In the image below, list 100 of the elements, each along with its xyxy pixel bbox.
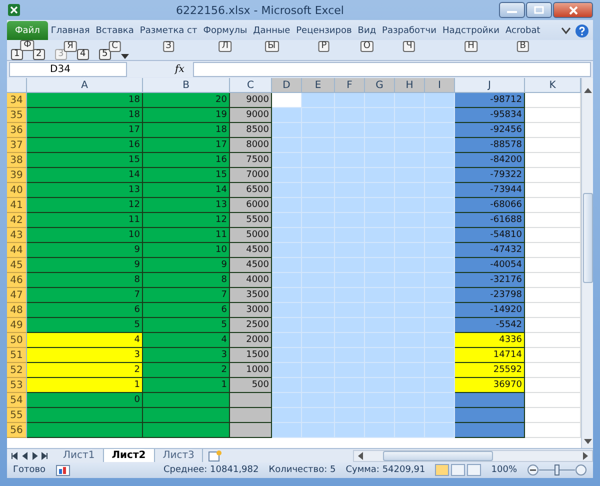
- selected-cell[interactable]: [272, 138, 302, 153]
- scroll-left-icon[interactable]: [358, 452, 363, 460]
- selected-cell[interactable]: [272, 363, 302, 378]
- selected-cell[interactable]: [335, 108, 365, 123]
- selected-cell[interactable]: [302, 123, 335, 138]
- selected-cell[interactable]: [302, 243, 335, 258]
- row-header[interactable]: 53: [7, 378, 27, 393]
- ribbon-tab[interactable]: Разметка ст: [136, 22, 200, 40]
- selected-cell[interactable]: [335, 378, 365, 393]
- selected-cell[interactable]: [302, 213, 335, 228]
- selected-cell[interactable]: [395, 318, 425, 333]
- selected-cell[interactable]: [302, 183, 335, 198]
- selected-cell[interactable]: [335, 228, 365, 243]
- selected-cell[interactable]: [425, 183, 455, 198]
- selected-cell[interactable]: [302, 303, 335, 318]
- selected-cell[interactable]: [365, 258, 395, 273]
- select-all-corner[interactable]: [7, 78, 27, 93]
- selected-cell[interactable]: [365, 408, 395, 423]
- selected-cell[interactable]: [395, 123, 425, 138]
- selected-cell[interactable]: [272, 378, 302, 393]
- selected-cell[interactable]: [335, 363, 365, 378]
- row-header[interactable]: 39: [7, 168, 27, 183]
- scroll-down-icon[interactable]: [584, 439, 592, 444]
- selected-cell[interactable]: [272, 348, 302, 363]
- column-header[interactable]: B: [143, 78, 230, 93]
- selected-cell[interactable]: [395, 198, 425, 213]
- row-header[interactable]: 48: [7, 303, 27, 318]
- selected-cell[interactable]: [425, 258, 455, 273]
- selected-cell[interactable]: [335, 423, 365, 438]
- ribbon-tab[interactable]: Главная: [48, 22, 93, 40]
- selected-cell[interactable]: [425, 303, 455, 318]
- row-header[interactable]: 52: [7, 363, 27, 378]
- column-header[interactable]: G: [365, 78, 395, 93]
- column-header[interactable]: J: [455, 78, 525, 93]
- selected-cell[interactable]: [425, 243, 455, 258]
- selected-cell[interactable]: [395, 363, 425, 378]
- selected-cell[interactable]: [365, 303, 395, 318]
- selected-cell[interactable]: [425, 408, 455, 423]
- selected-cell[interactable]: [395, 408, 425, 423]
- selected-cell[interactable]: [395, 108, 425, 123]
- selected-cell[interactable]: [425, 318, 455, 333]
- selected-cell[interactable]: [272, 303, 302, 318]
- selected-cell[interactable]: [272, 408, 302, 423]
- selected-cell[interactable]: [395, 303, 425, 318]
- selected-cell[interactable]: [365, 393, 395, 408]
- selected-cell[interactable]: [365, 423, 395, 438]
- selected-cell[interactable]: [425, 198, 455, 213]
- page-break-button[interactable]: [467, 464, 482, 476]
- page-layout-button[interactable]: [451, 464, 466, 476]
- selected-cell[interactable]: [395, 288, 425, 303]
- selected-cell[interactable]: [272, 243, 302, 258]
- selected-cell[interactable]: [335, 348, 365, 363]
- selected-cell[interactable]: [272, 108, 302, 123]
- selected-cell[interactable]: [395, 333, 425, 348]
- selected-cell[interactable]: [335, 183, 365, 198]
- column-header[interactable]: E: [302, 78, 335, 93]
- column-header[interactable]: F: [335, 78, 365, 93]
- column-header[interactable]: A: [27, 78, 143, 93]
- selected-cell[interactable]: [425, 138, 455, 153]
- selected-cell[interactable]: [335, 333, 365, 348]
- selected-cell[interactable]: [302, 363, 335, 378]
- column-header[interactable]: K: [525, 78, 581, 93]
- selected-cell[interactable]: [365, 243, 395, 258]
- column-header[interactable]: D: [272, 78, 302, 93]
- selected-cell[interactable]: [365, 108, 395, 123]
- chevron-icon[interactable]: [561, 27, 571, 35]
- selected-cell[interactable]: [335, 168, 365, 183]
- selected-cell[interactable]: [335, 138, 365, 153]
- selected-cell[interactable]: [395, 228, 425, 243]
- selected-cell[interactable]: [365, 378, 395, 393]
- row-header[interactable]: 56: [7, 423, 27, 438]
- selected-cell[interactable]: [335, 123, 365, 138]
- column-header[interactable]: H: [395, 78, 425, 93]
- selected-cell[interactable]: [395, 183, 425, 198]
- selected-cell[interactable]: [302, 333, 335, 348]
- selected-cell[interactable]: [425, 363, 455, 378]
- selected-cell[interactable]: [395, 153, 425, 168]
- name-box[interactable]: D34: [9, 62, 127, 76]
- selected-cell[interactable]: [365, 228, 395, 243]
- scrollbar-thumb[interactable]: [383, 450, 493, 460]
- selected-cell[interactable]: [425, 378, 455, 393]
- selected-cell[interactable]: [365, 93, 395, 108]
- new-sheet-icon[interactable]: [207, 450, 224, 462]
- selected-cell[interactable]: [425, 108, 455, 123]
- selected-cell[interactable]: [302, 168, 335, 183]
- ribbon-tab[interactable]: Формулы: [200, 22, 250, 40]
- row-header[interactable]: 51: [7, 348, 27, 363]
- selected-cell[interactable]: [365, 153, 395, 168]
- selected-cell[interactable]: [335, 408, 365, 423]
- selected-cell[interactable]: [272, 333, 302, 348]
- close-button[interactable]: [553, 2, 593, 18]
- selected-cell[interactable]: [335, 258, 365, 273]
- row-header[interactable]: 40: [7, 183, 27, 198]
- selected-cell[interactable]: [395, 93, 425, 108]
- selected-cell[interactable]: [365, 363, 395, 378]
- selected-cell[interactable]: [302, 198, 335, 213]
- selected-cell[interactable]: [302, 393, 335, 408]
- ribbon-tab[interactable]: Разработчи: [379, 22, 440, 40]
- selected-cell[interactable]: [272, 228, 302, 243]
- selected-cell[interactable]: [335, 93, 365, 108]
